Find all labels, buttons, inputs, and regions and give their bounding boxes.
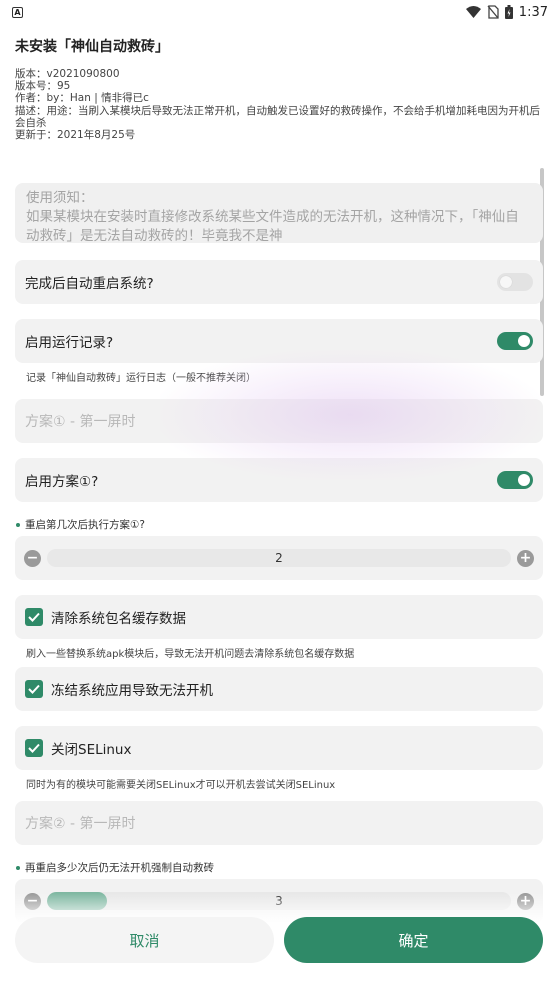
module-description: 描述：用途：当刷入某模块后导致无法正常开机，自动触发已设置好的救砖操作，不会给手…: [15, 104, 540, 129]
plan1-header: 方案① - 第一屏时: [15, 399, 543, 444]
freeze-option[interactable]: 冻结系统应用导致无法开机: [15, 667, 543, 712]
selinux-label: 关闭SELinux: [51, 742, 132, 759]
clear-cache-checkbox[interactable]: [25, 608, 43, 627]
log-toggle[interactable]: [497, 332, 533, 351]
plan2-placeholder: 方案② - 第一屏时: [25, 816, 136, 833]
minus-icon[interactable]: −: [24, 549, 41, 567]
clear-cache-hint: 刷入一些替换系统apk模块后，导致无法开机问题去清除系统包名缓存数据: [26, 649, 355, 661]
selinux-hint: 同时为有的模块可能需要关闭SELinux才可以开机去尝试关闭SELinux: [26, 780, 336, 792]
check-icon: [28, 613, 40, 623]
bullet-icon: [16, 865, 20, 870]
no-sim-icon: [487, 5, 499, 19]
battery-icon: [504, 5, 513, 19]
auto-reboot-toggle[interactable]: [497, 273, 533, 292]
selinux-checkbox[interactable]: [25, 739, 43, 758]
plan1-reboot-track[interactable]: 2: [47, 549, 511, 568]
plan1-toggle[interactable]: [497, 471, 533, 490]
plan1-reboot-label-text: 重启第几次后执行方案①?: [25, 519, 145, 532]
plan1-setting[interactable]: 启用方案①?: [15, 458, 543, 503]
clear-cache-option[interactable]: 清除系统包名缓存数据: [15, 595, 543, 640]
plan1-placeholder: 方案① - 第一屏时: [25, 414, 136, 431]
plan1-reboot-stepper[interactable]: − 2 +: [15, 536, 543, 581]
clear-cache-label: 清除系统包名缓存数据: [51, 611, 186, 628]
auto-reboot-setting[interactable]: 完成后自动重启系统?: [15, 260, 543, 305]
usage-notice: 使用须知： 如果某模块在安装时直接修改系统某些文件造成的无法开机，这种情况下，「…: [15, 183, 543, 244]
freeze-checkbox[interactable]: [25, 680, 43, 699]
log-label: 启用运行记录?: [25, 335, 114, 352]
selinux-option[interactable]: 关闭SELinux: [15, 726, 543, 771]
action-bar: 取消 确定: [0, 893, 558, 993]
plus-icon[interactable]: +: [517, 549, 534, 567]
plan1-reboot-value: 2: [275, 551, 283, 566]
log-setting[interactable]: 启用运行记录?: [15, 319, 543, 364]
plan2-header: 方案② - 第一屏时: [15, 801, 543, 846]
module-meta: 版本：v2021090800 版本号：95 作者：by：Han | 情非得已c …: [15, 68, 543, 141]
module-updated: 更新于：2021年8月25号: [15, 129, 136, 142]
confirm-button[interactable]: 确定: [284, 917, 543, 963]
check-icon: [28, 685, 40, 695]
notification-a-icon: A: [12, 6, 23, 18]
settings-content: 使用须知： 如果某模块在安装时直接修改系统某些文件造成的无法开机，这种情况下，「…: [0, 183, 558, 924]
module-version: 版本：v2021090800: [15, 68, 120, 80]
module-header: 未安装「神仙自动救砖」 版本：v2021090800 版本号：95 作者：by：…: [0, 24, 558, 141]
cancel-button[interactable]: 取消: [15, 917, 274, 963]
log-hint: 记录「神仙自动救砖」运行日志（一般不推荐关闭）: [26, 373, 256, 385]
clock: 1:37: [518, 4, 548, 20]
plan1-label: 启用方案①?: [25, 474, 99, 491]
status-bar: A 1:37: [0, 0, 558, 24]
check-icon: [28, 744, 40, 754]
module-author: 作者：by：Han | 情非得已c: [15, 92, 149, 105]
bullet-icon: [16, 522, 20, 527]
module-title: 未安装「神仙自动救砖」: [15, 39, 169, 55]
auto-reboot-label: 完成后自动重启系统?: [25, 276, 154, 293]
force-rescue-label: 再重启多少次后仍无法开机强制自动救砖: [15, 860, 543, 875]
wifi-icon: [465, 6, 481, 18]
plan1-reboot-label: 重启第几次后执行方案①?: [15, 517, 543, 532]
force-rescue-label-text: 再重启多少次后仍无法开机强制自动救砖: [25, 862, 214, 875]
module-version-code: 版本号：95: [15, 80, 71, 93]
freeze-label: 冻结系统应用导致无法开机: [51, 683, 213, 700]
